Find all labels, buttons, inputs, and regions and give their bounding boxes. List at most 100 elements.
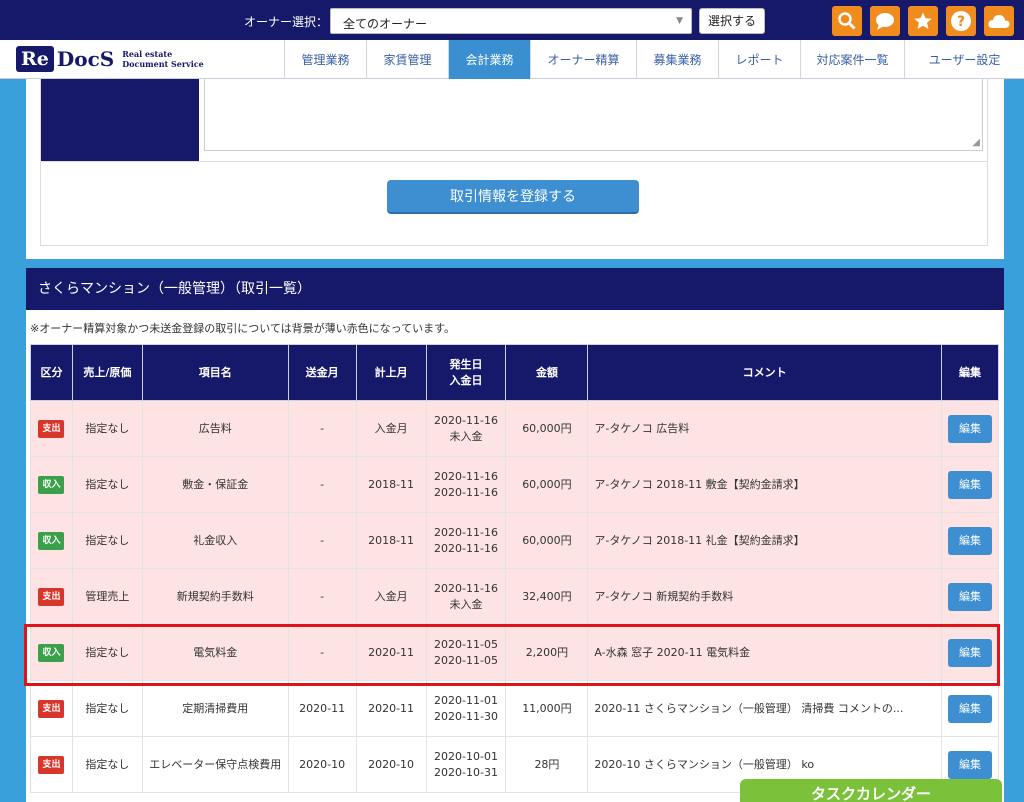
type-badge: 支出 xyxy=(38,699,65,718)
row-cost: 指定なし xyxy=(71,736,143,793)
nav-rent[interactable]: 家賃管理 xyxy=(366,40,448,79)
owner-select[interactable]: 全てのオーナー ▼ xyxy=(330,8,692,34)
table-row: 支出 指定なし 定期清掃費用 2020-11 2020-11 2020-11-01 2020… xyxy=(30,680,1000,737)
row-comment: ア-タケノコ 広告料 xyxy=(587,400,942,457)
row-occur-date: 2020-11-01 xyxy=(434,693,498,707)
logo-sub-line1: Real estate xyxy=(122,49,173,59)
row-edit-cell: 編集 xyxy=(940,568,1000,625)
row-edit-cell: 編集 xyxy=(940,680,1000,737)
nav-management[interactable]: 管理業務 xyxy=(284,40,366,79)
row-edit-cell: 編集 xyxy=(940,400,1000,457)
owner-select-button[interactable]: 選択する xyxy=(699,8,765,34)
col-comment: コメント xyxy=(587,344,942,401)
col-book-month: 計上月 xyxy=(355,344,427,401)
row-cost: 管理売上 xyxy=(71,568,143,625)
row-edit-cell: 編集 xyxy=(940,512,1000,569)
row-book-month: 2018-11 xyxy=(355,512,427,569)
edit-button[interactable]: 編集 xyxy=(947,470,992,499)
row-send-month: - xyxy=(287,400,357,457)
type-badge: 支出 xyxy=(38,587,65,606)
col-edit: 編集 xyxy=(940,344,1000,401)
row-send-month: - xyxy=(287,456,357,513)
transaction-table: 区分 売上/原価 項目名 送金月 計上月 発生日 入金日 金額 コメント 編集 支… xyxy=(30,344,1000,793)
col-dates: 発生日 入金日 xyxy=(425,344,507,401)
row-paid-date: 2020-11-30 xyxy=(434,709,498,723)
star-icon[interactable] xyxy=(908,6,938,36)
row-dates: 2020-10-01 2020-10-31 xyxy=(425,736,507,793)
owner-select-value: 全てのオーナー xyxy=(343,17,428,31)
row-paid-date: 未入金 xyxy=(449,597,483,611)
row-amount: 60,000円 xyxy=(505,400,589,457)
row-type-cell: 収入 xyxy=(30,512,73,569)
nav-owner-settlement[interactable]: オーナー精算 xyxy=(530,40,636,79)
row-cost: 指定なし xyxy=(71,512,143,569)
row-item: 定期清掃費用 xyxy=(141,680,289,737)
col-type: 区分 xyxy=(30,344,73,401)
col-cost: 売上/原価 xyxy=(71,344,143,401)
edit-button[interactable]: 編集 xyxy=(947,694,992,723)
col-amount: 金額 xyxy=(505,344,589,401)
table-row: 収入 指定なし 礼金収入 -2018-11 2020-11-16 2020-11-16 60… xyxy=(30,512,1000,569)
col-send-month: 送金月 xyxy=(287,344,357,401)
row-amount: 11,000円 xyxy=(505,680,589,737)
owner-select-label: オーナー選択： xyxy=(244,15,329,29)
chat-icon[interactable] xyxy=(870,6,900,36)
nav-report[interactable]: レポート xyxy=(718,40,800,79)
row-edit-cell: 編集 xyxy=(940,456,1000,513)
row-type-cell: 収入 xyxy=(30,456,73,513)
cloud-icon[interactable] xyxy=(984,6,1014,36)
top-bar: オーナー選択： 全てのオーナー ▼ 選択する ? xyxy=(0,0,1024,40)
redocs-logo[interactable]: Re DocS Real estate Document Service xyxy=(16,43,204,75)
table-row: 支出 指定なし 広告料 - 入金月 2020-11-16 未入金 60,000円 ア-タケノコ … xyxy=(30,400,1000,457)
search-icon[interactable] xyxy=(832,6,862,36)
row-book-month: 入金月 xyxy=(355,400,427,457)
row-send-month: 2020-10 xyxy=(287,736,357,793)
row-dates: 2020-11-16 未入金 xyxy=(425,568,507,625)
transaction-form: ◢ 取引情報を登録する xyxy=(40,79,988,246)
row-paid-date: 2020-11-16 xyxy=(434,541,498,555)
row-comment: ア-タケノコ 2018-11 敷金【契約金請求】 xyxy=(587,456,942,513)
nav-user-settings[interactable]: ユーザー設定 xyxy=(904,40,1024,79)
row-amount: 60,000円 xyxy=(505,512,589,569)
row-dates: 2020-11-01 2020-11-30 xyxy=(425,680,507,737)
edit-button[interactable]: 編集 xyxy=(947,750,992,779)
edit-button[interactable]: 編集 xyxy=(947,526,992,555)
row-cost: 指定なし xyxy=(71,400,143,457)
help-icon[interactable]: ? xyxy=(946,6,976,36)
nav-recruitment[interactable]: 募集業務 xyxy=(636,40,718,79)
row-amount: 28円 xyxy=(505,736,589,793)
type-badge: 収入 xyxy=(38,531,65,550)
highlight-box xyxy=(24,624,1000,686)
task-calendar-button[interactable]: タスクカレンダー xyxy=(740,779,1002,802)
row-occur-date: 2020-11-16 xyxy=(434,469,498,483)
row-occur-date: 2020-10-01 xyxy=(434,749,498,763)
table-row: 収入 指定なし 敷金・保証金 -2018-11 2020-11-16 2020-11-16… xyxy=(30,456,1000,513)
row-dates: 2020-11-16 2020-11-16 xyxy=(425,456,507,513)
transaction-list-card: さくらマンション（一般管理）（取引一覧） ※オーナー精算対象かつ未送金登録の取引… xyxy=(26,268,1004,802)
row-book-month: 入金月 xyxy=(355,568,427,625)
row-paid-date: 2020-11-16 xyxy=(434,485,498,499)
row-paid-date: 2020-10-31 xyxy=(434,765,498,779)
comment-textarea[interactable]: ◢ xyxy=(204,79,983,151)
row-type-cell: 支出 xyxy=(30,400,73,457)
row-dates: 2020-11-16 2020-11-16 xyxy=(425,512,507,569)
row-comment: 2020-11 さくらマンション（一般管理） 清掃費 コメントの... xyxy=(587,680,942,737)
logo-subtitle: Real estate Document Service xyxy=(122,49,204,69)
row-item: 広告料 xyxy=(141,400,289,457)
row-amount: 60,000円 xyxy=(505,456,589,513)
edit-button[interactable]: 編集 xyxy=(947,582,992,611)
row-item: 礼金収入 xyxy=(141,512,289,569)
row-cost: 指定なし xyxy=(71,680,143,737)
col-item: 項目名 xyxy=(141,344,289,401)
row-comment: ア-タケノコ 新規契約手数料 xyxy=(587,568,942,625)
row-amount: 32,400円 xyxy=(505,568,589,625)
nav-cases[interactable]: 対応案件一覧 xyxy=(800,40,904,79)
resize-grip-icon[interactable]: ◢ xyxy=(972,137,980,148)
nav-accounting[interactable]: 会計業務 xyxy=(448,40,530,79)
row-send-month: 2020-11 xyxy=(287,680,357,737)
row-item: 敷金・保証金 xyxy=(141,456,289,513)
edit-button[interactable]: 編集 xyxy=(947,414,992,443)
register-transaction-button[interactable]: 取引情報を登録する xyxy=(387,180,639,214)
transaction-list-title: さくらマンション（一般管理）（取引一覧） xyxy=(26,268,1004,310)
logo-sub-line2: Document Service xyxy=(122,59,204,69)
